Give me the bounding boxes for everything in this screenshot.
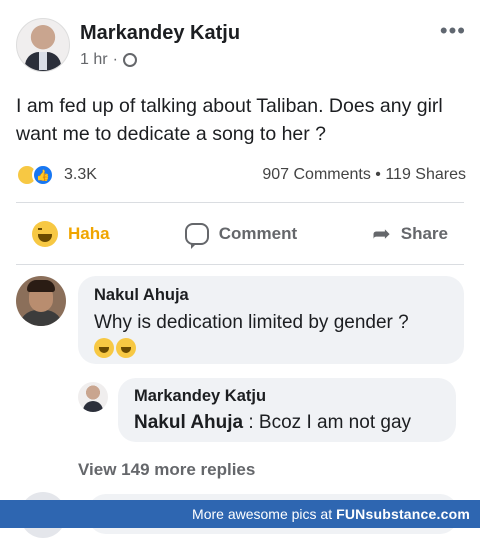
comment-text: Why is dedication limited by gender ? bbox=[94, 312, 409, 333]
comment-icon bbox=[184, 223, 209, 249]
post-actions: Haha Comment ➦ Share bbox=[16, 212, 464, 256]
commenter-avatar[interactable] bbox=[16, 276, 66, 326]
avatar-suit bbox=[83, 401, 103, 412]
author-avatar[interactable] bbox=[16, 18, 70, 72]
like-reaction-icon: 👍 bbox=[32, 164, 54, 186]
haha-button[interactable]: Haha bbox=[16, 215, 126, 253]
avatar-shirt bbox=[39, 52, 47, 70]
comment-label: Comment bbox=[218, 224, 298, 243]
comment-author[interactable]: Nakul Ahuja bbox=[94, 286, 189, 305]
meta-separator: · bbox=[112, 51, 118, 68]
reply-bubble: Markandey Katju Nakul Ahuja : Bcoz I am … bbox=[118, 378, 456, 442]
share-icon: ➦ bbox=[372, 221, 391, 246]
reaction-count[interactable]: 3.3K bbox=[64, 166, 97, 184]
comment-bubble: Nakul Ahuja Why is dedication limited by… bbox=[78, 276, 464, 364]
reply-text: Nakul Ahuja : Bcoz I am not gay bbox=[134, 412, 411, 434]
share-label: Share bbox=[400, 224, 448, 243]
comment-button[interactable]: Comment bbox=[169, 217, 313, 251]
post-time[interactable]: 1 hr bbox=[80, 51, 108, 69]
replier-avatar[interactable] bbox=[78, 382, 108, 412]
avatar-hair bbox=[27, 280, 55, 292]
facebook-post: Markandey Katju 1 hr · ••• I am fed up o… bbox=[0, 0, 480, 538]
watermark-footer: More awesome pics at FUNsubstance.com bbox=[0, 500, 480, 528]
more-options-icon[interactable]: ••• bbox=[440, 18, 466, 44]
comments-shares-count[interactable]: 907 Comments • 119 Shares bbox=[262, 166, 466, 184]
laughing-emoji-icon bbox=[116, 338, 136, 358]
avatar-body bbox=[19, 310, 63, 326]
footer-brand: FUNsubstance.com bbox=[336, 506, 470, 522]
reply-item: Markandey Katju Nakul Ahuja : Bcoz I am … bbox=[78, 378, 468, 448]
post-meta: 1 hr · bbox=[80, 51, 137, 69]
reply-author[interactable]: Markandey Katju bbox=[134, 387, 266, 406]
post-stats: 👍 3.3K 907 Comments • 119 Shares bbox=[16, 164, 466, 188]
post-author-name[interactable]: Markandey Katju bbox=[80, 22, 240, 45]
footer-text: More awesome pics at bbox=[192, 506, 333, 522]
divider bbox=[16, 264, 464, 265]
share-button[interactable]: ➦ Share bbox=[356, 215, 464, 253]
divider bbox=[16, 202, 464, 203]
laugh-emojis bbox=[94, 338, 138, 358]
post-header: Markandey Katju 1 hr · ••• bbox=[16, 18, 466, 74]
reply-body: : Bcoz I am not gay bbox=[243, 412, 412, 433]
haha-icon bbox=[32, 221, 58, 247]
haha-label: Haha bbox=[68, 224, 110, 243]
globe-icon bbox=[122, 53, 137, 67]
laughing-emoji-icon bbox=[94, 338, 114, 358]
reaction-icons[interactable]: 👍 bbox=[16, 164, 54, 186]
mention-link[interactable]: Nakul Ahuja bbox=[134, 412, 243, 433]
post-text: I am fed up of talking about Taliban. Do… bbox=[16, 95, 443, 145]
view-more-replies-link[interactable]: View 149 more replies bbox=[78, 460, 255, 480]
comment-item: Nakul Ahuja Why is dedication limited by… bbox=[16, 276, 466, 368]
